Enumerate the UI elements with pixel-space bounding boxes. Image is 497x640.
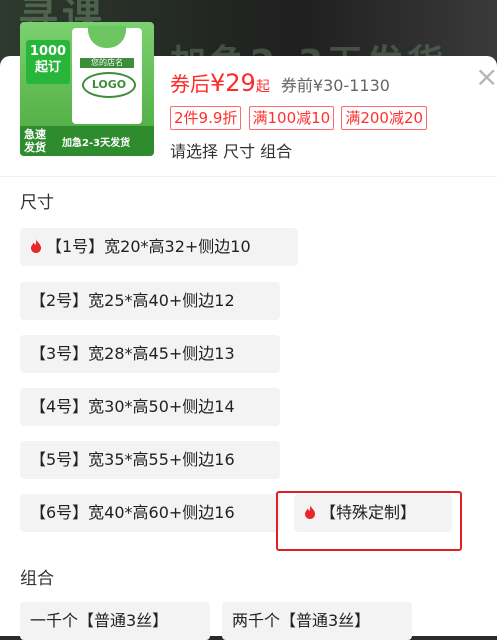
price-value: ¥29: [210, 69, 256, 97]
price-label: 券后: [170, 72, 210, 96]
size-option-label: 【4号】宽30*高50+侧边14: [30, 397, 235, 416]
close-icon[interactable]: ×: [475, 60, 497, 94]
urgent-ship-label: 加急2-3天发货: [62, 138, 131, 149]
size-option-6[interactable]: 【6号】宽40*高60+侧边16: [20, 494, 280, 532]
size-option-label: 【5号】宽35*高55+侧边16: [30, 450, 235, 469]
size-option-2[interactable]: 【2号】宽25*高40+侧边12: [20, 282, 280, 320]
size-option-4[interactable]: 【4号】宽30*高50+侧边14: [20, 388, 280, 426]
product-thumbnail: 1000 起订 您的店名 LOGO 急速 发货 加急2-3天发货: [20, 22, 154, 156]
size-section-title: 尺寸: [20, 193, 54, 213]
selection-hint: 请选择 尺寸 组合: [170, 142, 293, 161]
size-option-label: 【6号】宽40*高60+侧边16: [30, 503, 235, 522]
size-option-3[interactable]: 【3号】宽28*高45+侧边13: [20, 335, 280, 373]
promo-tag: 满200减20: [341, 106, 428, 130]
divider: [0, 176, 497, 177]
shop-name-label: 您的店名: [80, 58, 134, 68]
sku-selection-sheet: × 1000 起订 您的店名 LOGO 急速 发货 加急2-3天发货 券后¥29…: [0, 22, 497, 640]
combo-option-1[interactable]: 一千个【普通3丝】: [20, 602, 210, 640]
size-option-label: 【1号】宽20*高32+侧边10: [46, 237, 251, 256]
size-option-1[interactable]: 【1号】宽20*高32+侧边10: [20, 228, 298, 266]
min-order-badge: 1000 起订: [26, 40, 70, 84]
promo-tag: 满100减10: [248, 106, 335, 130]
combo-section-title: 组合: [20, 569, 54, 589]
highlight-annotation: [276, 491, 462, 551]
fast-ship-label: 急速 发货: [24, 128, 46, 154]
size-option-5[interactable]: 【5号】宽35*高55+侧边16: [20, 441, 280, 479]
combo-option-2[interactable]: 两千个【普通3丝】: [222, 602, 412, 640]
combo-option-label: 一千个【普通3丝】: [30, 611, 169, 630]
bag-image: 您的店名 LOGO: [72, 26, 142, 124]
price-suffix: 起: [255, 79, 270, 95]
size-option-label: 【2号】宽25*高40+侧边12: [30, 291, 235, 310]
combo-option-label: 两千个【普通3丝】: [232, 611, 371, 630]
price-row: 券后¥29起 券前¥30-1130: [170, 68, 390, 98]
fire-icon: [31, 239, 41, 253]
promo-tag: 2件9.9折: [170, 106, 242, 130]
promo-tags: 2件9.9折 满100减10 满200减20: [170, 106, 429, 130]
original-price: 券前¥30-1130: [280, 76, 390, 95]
thumbnail-footer: 急速 发货 加急2-3天发货: [20, 126, 154, 156]
logo-mark: LOGO: [82, 72, 136, 98]
size-option-label: 【3号】宽28*高45+侧边13: [30, 344, 235, 363]
